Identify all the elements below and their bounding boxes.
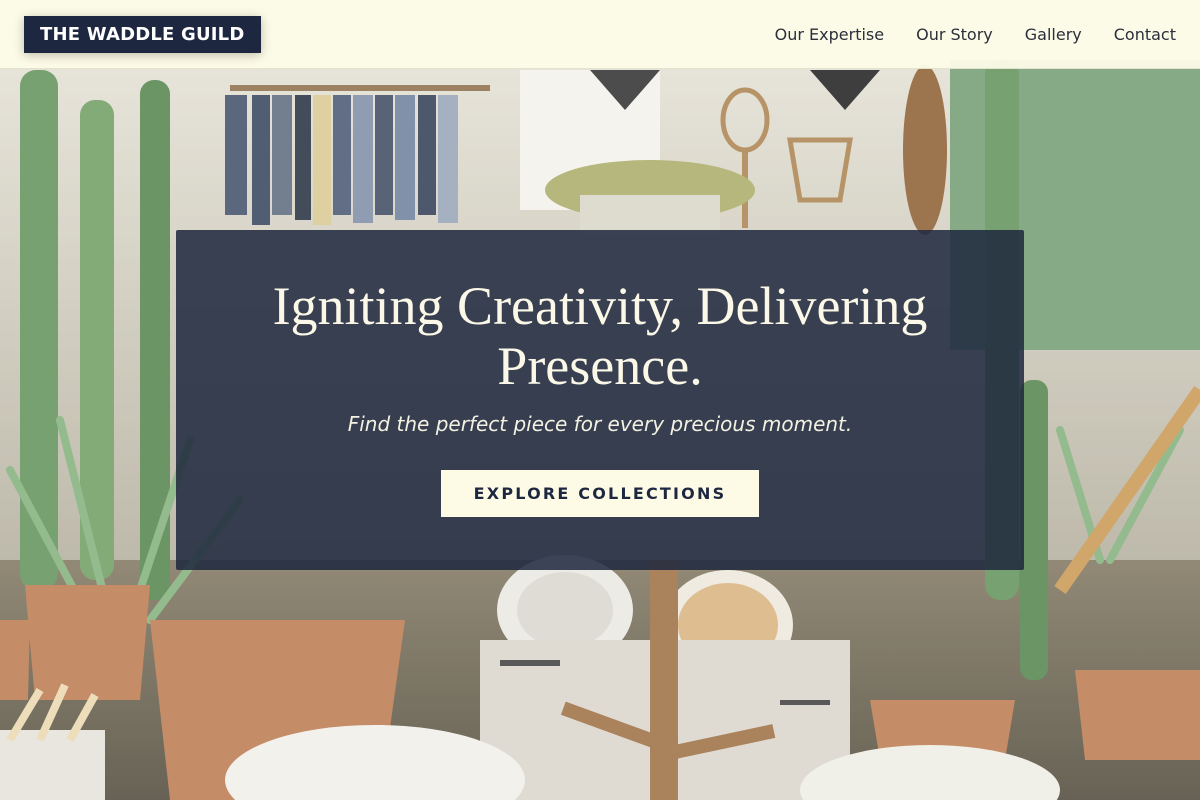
site-header: THE WADDLE GUILD Our Expertise Our Story… [0,0,1200,69]
nav-link-our-expertise[interactable]: Our Expertise [775,25,884,44]
nav-link-contact[interactable]: Contact [1114,25,1176,44]
nav-link-gallery[interactable]: Gallery [1025,25,1082,44]
hero-card: Igniting Creativity, Delivering Presence… [176,230,1024,570]
hero-title: Igniting Creativity, Delivering Presence… [272,276,928,396]
explore-collections-button[interactable]: EXPLORE COLLECTIONS [440,470,760,517]
site-logo[interactable]: THE WADDLE GUILD [24,15,261,53]
hero-subtitle: Find the perfect piece for every preciou… [347,412,853,436]
main-nav: Our Expertise Our Story Gallery Contact [775,25,1176,44]
nav-link-our-story[interactable]: Our Story [916,25,993,44]
